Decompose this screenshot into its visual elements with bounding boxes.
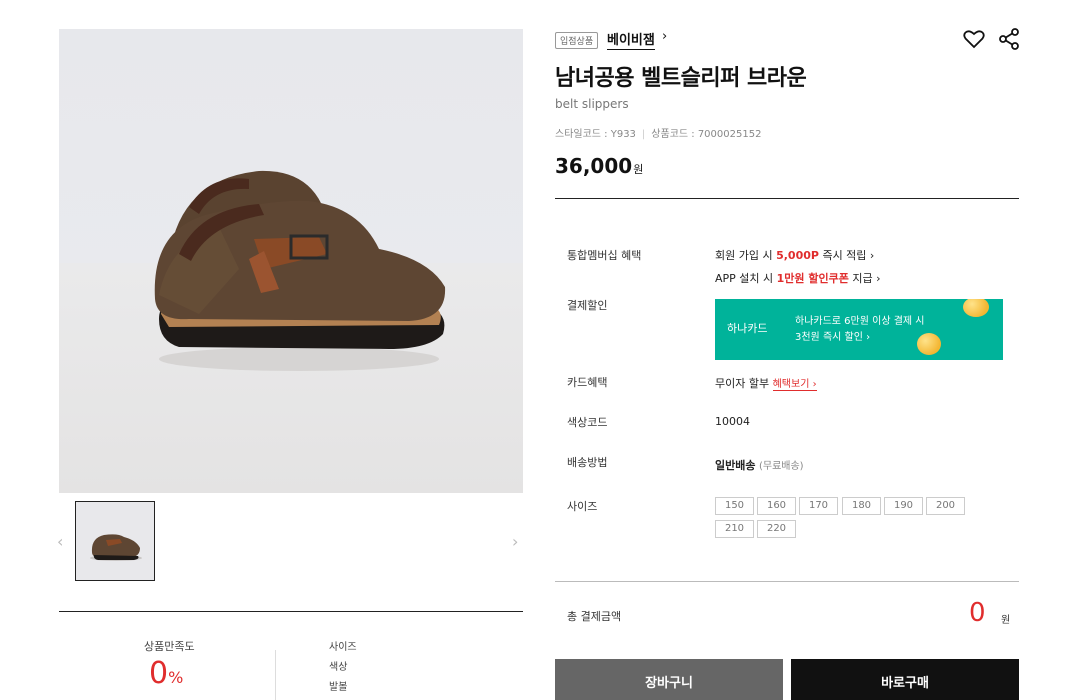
size-option[interactable]: 160 <box>757 497 796 515</box>
coin-icon <box>963 299 989 317</box>
price-divider <box>555 198 1019 199</box>
satisfaction-number: 0 <box>149 656 169 691</box>
store-badge: 입점상품 <box>555 32 599 49</box>
code-separator: | <box>641 129 646 140</box>
satisfaction-unit: % <box>168 668 184 687</box>
size-option[interactable]: 170 <box>799 497 838 515</box>
size-option[interactable]: 200 <box>926 497 965 515</box>
shipping-method: 일반배송 <box>715 459 756 472</box>
brand-link[interactable]: 베이비잼 <box>607 29 655 50</box>
product-subtitle: belt slippers <box>555 97 629 111</box>
payment-discount-label: 결제할인 <box>567 299 608 312</box>
card-benefit-value: 무이자 할부 혜택보기 › <box>715 375 817 391</box>
size-option[interactable]: 210 <box>715 520 754 538</box>
shipping-value: 일반배송 (무료배송) <box>715 457 804 473</box>
total-value: 0 <box>969 598 986 628</box>
banner-line: 3천원 즉시 할인 › <box>795 332 871 343</box>
thumbnail-1[interactable] <box>75 501 155 581</box>
app-install-benefit[interactable]: APP 설치 시 1만원 할인쿠폰 지급 › <box>715 270 881 286</box>
product-main-image <box>59 29 523 493</box>
total-unit: 원 <box>1001 615 1011 626</box>
product-code: 상품코드 : 7000025152 <box>651 129 762 140</box>
membership-text: 회원 가입 시 <box>715 249 777 262</box>
share-icon[interactable] <box>997 27 1021 51</box>
satisfaction-value: 0% <box>149 656 183 691</box>
shipping-label: 배송방법 <box>567 456 608 469</box>
membership-points: 5,000P <box>776 249 819 262</box>
style-code: 스타일코드 : Y933 <box>555 129 636 140</box>
installment-text: 무이자 할부 <box>715 377 770 390</box>
heart-icon[interactable] <box>962 27 986 51</box>
review-divider <box>275 650 276 700</box>
membership-label: 통합멤버십 혜택 <box>567 249 642 262</box>
total-divider <box>555 581 1019 582</box>
product-codes: 스타일코드 : Y933 | 상품코드 : 7000025152 <box>555 125 761 140</box>
size-option[interactable]: 150 <box>715 497 754 515</box>
size-option[interactable]: 180 <box>842 497 881 515</box>
size-option[interactable]: 190 <box>884 497 923 515</box>
slipper-thumbnail <box>90 534 142 561</box>
total-label: 총 결제금액 <box>567 610 622 623</box>
thumbnail-strip: ‹ › <box>57 501 523 581</box>
color-code-label: 색상코드 <box>567 416 608 429</box>
product-title: 남녀공용 벨트슬리퍼 브라운 <box>555 66 807 91</box>
app-text: 지급 › <box>848 272 881 285</box>
view-benefits-link[interactable]: 혜택보기 › <box>772 379 817 391</box>
satisfaction-label: 상품만족도 <box>144 640 195 653</box>
color-code-value: 10004 <box>715 415 750 428</box>
hana-card-logo: 하나카드 <box>727 322 768 335</box>
review-criterion: 사이즈 <box>329 642 357 653</box>
size-label: 사이즈 <box>567 500 598 513</box>
app-coupon: 1만원 할인쿠폰 <box>776 272 849 285</box>
product-price: 36,000원 <box>555 154 643 178</box>
hana-card-banner[interactable]: 하나카드 하나카드로 6만원 이상 결제 시 3천원 즉시 할인 › <box>715 299 1003 360</box>
shipping-note: (무료배송) <box>758 461 804 472</box>
banner-text: 하나카드로 6만원 이상 결제 시 3천원 즉시 할인 › <box>795 314 924 346</box>
prev-thumbnail-arrow[interactable]: ‹ <box>57 532 63 551</box>
app-text: APP 설치 시 <box>715 272 777 285</box>
next-thumbnail-arrow[interactable]: › <box>512 532 518 551</box>
review-criteria-list: 사이즈 색상 발볼 <box>329 638 357 698</box>
buy-now-button[interactable]: 바로구매 <box>791 659 1019 700</box>
membership-text: 즉시 적립 › <box>818 249 875 262</box>
membership-signup-benefit[interactable]: 회원 가입 시 5,000P 즉시 적립 › <box>715 247 874 263</box>
price-unit: 원 <box>633 163 644 176</box>
coin-icon <box>917 333 941 355</box>
add-to-cart-button[interactable]: 장바구니 <box>555 659 783 700</box>
review-criterion: 색상 <box>329 662 348 673</box>
slipper-illustration <box>154 170 446 371</box>
size-option[interactable]: 220 <box>757 520 796 538</box>
brand-chevron-icon[interactable]: › <box>662 29 667 44</box>
banner-line: 하나카드로 6만원 이상 결제 시 <box>795 316 925 327</box>
review-criterion: 발볼 <box>329 682 348 693</box>
price-value: 36,000 <box>555 154 633 178</box>
review-summary: 상품만족도 0% 사이즈 색상 발볼 <box>59 611 523 700</box>
card-benefit-label: 카드혜택 <box>567 376 608 389</box>
